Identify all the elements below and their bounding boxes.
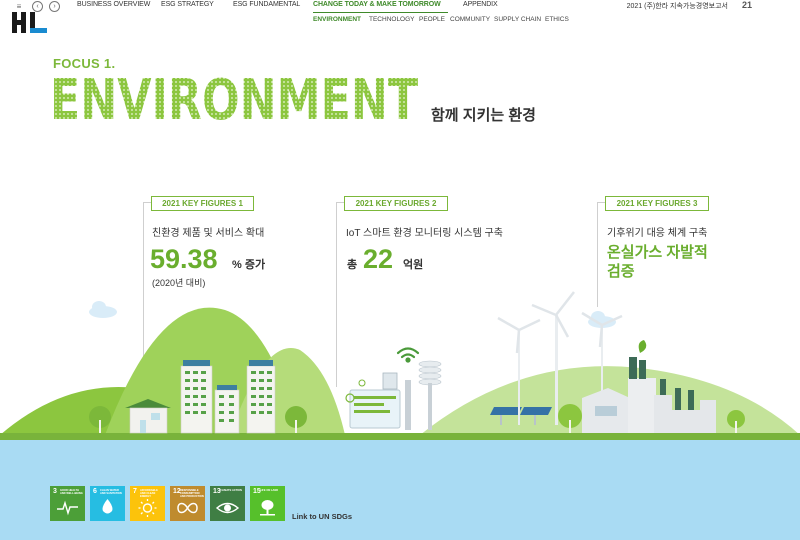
nav-esg-fundamental[interactable]: ESG FUNDAMENTAL: [233, 1, 300, 8]
key-figure-3-desc: 기후위기 대응 체계 구축: [607, 228, 708, 239]
sdg-number: 7: [133, 488, 137, 495]
grass-strip: [0, 433, 800, 440]
subnav-people[interactable]: PEOPLE: [419, 16, 445, 23]
eye-earth-icon: [216, 502, 239, 514]
menu-icon[interactable]: ≡: [13, 1, 25, 11]
subnav-supply-chain[interactable]: SUPPLY CHAIN: [494, 16, 541, 23]
environment-title: ENVIRONMENT: [50, 72, 418, 124]
sdg-label: LIFE ON LAND: [260, 489, 279, 492]
heartbeat-icon: [57, 500, 78, 516]
sdg-label: AFFORDABLE AND CLEAN ENERGY: [140, 489, 158, 498]
sdg-label: CLEAN WATER AND SANITATION: [100, 489, 122, 495]
key-figure-1-badge: 2021 KEY FIGURES 1: [151, 196, 254, 211]
next-page-icon[interactable]: ›: [49, 1, 60, 12]
key-figure-3-tick: [597, 202, 605, 203]
leaf-icon: [638, 340, 647, 353]
environment-scene-illustration: [0, 291, 800, 450]
sdg-label: CLIMATE ACTION: [220, 489, 242, 492]
key-figure-2-value: 22: [363, 244, 394, 274]
key-figure-2-badge: 2021 KEY FIGURES 2: [344, 196, 448, 211]
key-figure-1-tick: [143, 202, 151, 203]
key-figure-2-desc: IoT 스마트 환경 모니터링 시스템 구축: [346, 228, 503, 239]
wifi-icon: [396, 347, 420, 363]
infinity-icon: [177, 502, 198, 514]
sdg-label: RESPONSIBLE CONSUMPTION AND PRODUCTION: [180, 489, 204, 498]
key-figure-1-desc: 친환경 제품 및 서비스 확대: [152, 228, 265, 239]
sdg-6-clean-water[interactable]: 6 CLEAN WATER AND SANITATION: [90, 486, 125, 521]
sun-icon: [138, 499, 157, 517]
hl-logo: [12, 12, 47, 33]
key-figure-3-highlight-2: 검증: [607, 263, 635, 280]
key-figure-1-value: 59.38: [150, 244, 218, 274]
active-nav-underline: [313, 12, 448, 13]
sdg-number: 3: [53, 488, 57, 495]
sdg-7-clean-energy[interactable]: 7 AFFORDABLE AND CLEAN ENERGY: [130, 486, 165, 521]
nav-esg-strategy[interactable]: ESG STRATEGY: [161, 1, 214, 8]
water-drop-icon: [102, 499, 113, 514]
cloud-left-icon: [89, 301, 117, 318]
sdg-13-climate-action[interactable]: 13 CLIMATE ACTION: [210, 486, 245, 521]
key-figure-1-unit: % 증가: [232, 259, 266, 271]
key-figure-3-badge: 2021 KEY FIGURES 3: [605, 196, 709, 211]
subnav-technology[interactable]: TECHNOLOGY: [369, 16, 415, 23]
key-figure-3-highlight-1: 온실가스 자발적: [607, 244, 708, 261]
key-figure-2-tick: [336, 202, 344, 203]
environment-subtitle: 함께 지키는 환경: [431, 107, 536, 124]
prev-page-icon[interactable]: ‹: [32, 1, 43, 12]
apartment-building-3: [246, 360, 276, 434]
environment-title-text: ENVIRONMENT: [50, 72, 418, 124]
iot-monitor-icon: [345, 360, 442, 430]
sdg-15-life-on-land[interactable]: 15 LIFE ON LAND: [250, 486, 285, 521]
subnav-ethics[interactable]: ETHICS: [545, 16, 569, 23]
apartment-building-2: [214, 385, 240, 434]
sdg-number: 6: [93, 488, 97, 495]
nav-change-today[interactable]: CHANGE TODAY & MAKE TOMORROW: [313, 1, 441, 8]
key-figure-2-unit: 억원: [403, 259, 424, 271]
focus-label: FOCUS 1.: [53, 56, 116, 71]
key-figure-2-prefix: 총: [347, 259, 358, 271]
subnav-environment[interactable]: ENVIRONMENT: [313, 16, 361, 23]
report-title: 2021 (주)한라 지속가능경영보고서: [626, 3, 728, 10]
page-number: 21: [741, 0, 752, 10]
sdg-3-good-health[interactable]: 3 GOOD HEALTH AND WELL-BEING: [50, 486, 85, 521]
link-to-un-sdgs[interactable]: Link to UN SDGs: [292, 512, 352, 521]
nav-business-overview[interactable]: BUSINESS OVERVIEW: [77, 1, 150, 8]
subnav-community[interactable]: COMMUNITY: [450, 16, 490, 23]
sdg-12-responsible-consumption[interactable]: 12 RESPONSIBLE CONSUMPTION AND PRODUCTIO…: [170, 486, 205, 521]
water-top: [0, 440, 800, 450]
tree-icon: [260, 500, 275, 516]
apartment-building-1: [180, 360, 213, 434]
nav-appendix[interactable]: APPENDIX: [463, 1, 498, 8]
sdg-label: GOOD HEALTH AND WELL-BEING: [60, 489, 83, 495]
